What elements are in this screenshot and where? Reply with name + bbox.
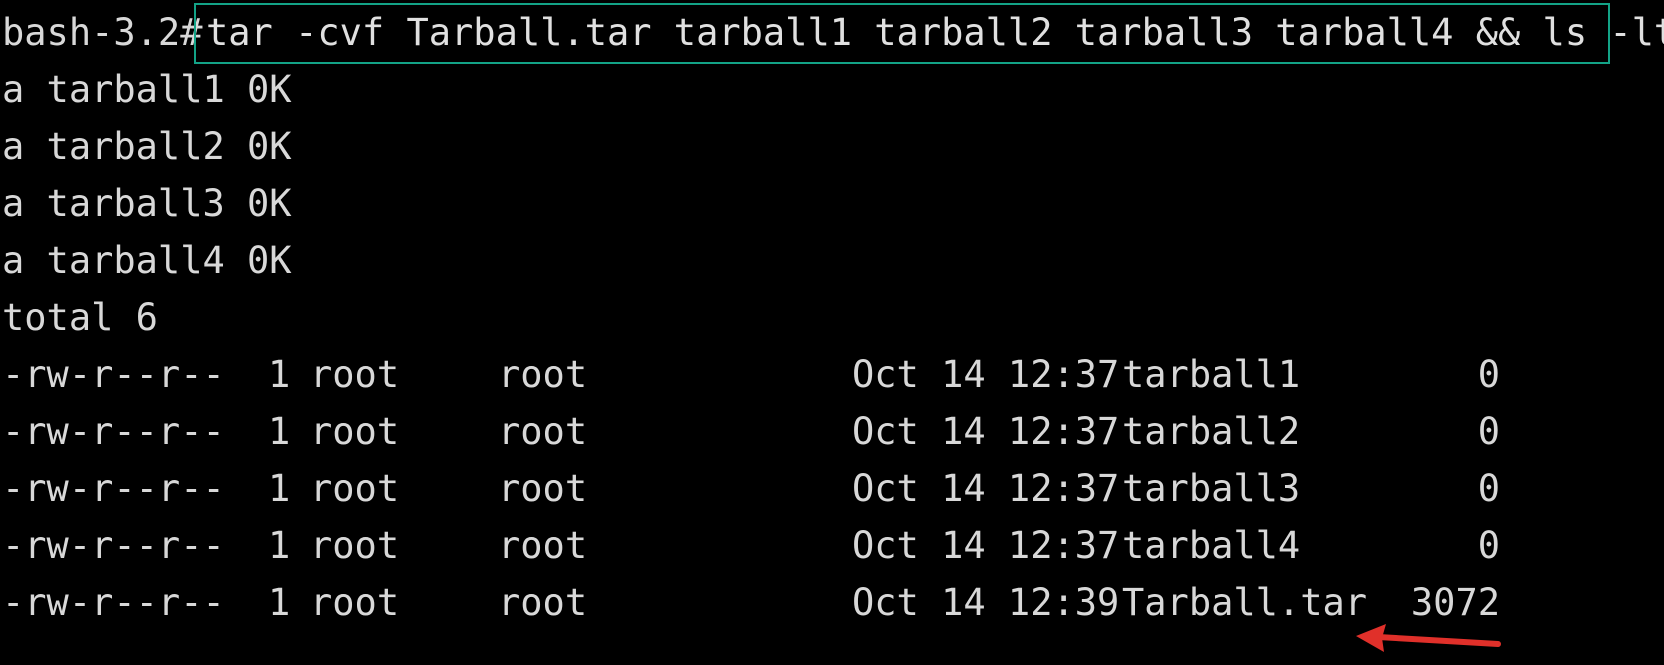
file-name: tarball2 bbox=[1122, 410, 1301, 453]
file-links: 1 bbox=[268, 467, 291, 510]
file-date: Oct 14 12:37 bbox=[852, 353, 1120, 396]
listing-row: -rw-r--r-- 1 root root 0 Oct 14 12:37 ta… bbox=[0, 402, 1500, 462]
file-links: 1 bbox=[268, 524, 291, 567]
file-group: root bbox=[498, 524, 588, 567]
file-name: tarball3 bbox=[1122, 467, 1301, 510]
file-permissions: -rw-r--r-- bbox=[2, 524, 225, 567]
shell-prompt: bash-3.2# bbox=[2, 11, 203, 54]
listing-row: -rw-r--r-- 1 root root 0 Oct 14 12:37 ta… bbox=[0, 345, 1500, 405]
file-links: 1 bbox=[268, 410, 291, 453]
file-date: Oct 14 12:39 bbox=[852, 581, 1120, 624]
file-owner: root bbox=[310, 410, 400, 453]
file-owner: root bbox=[310, 353, 400, 396]
file-permissions: -rw-r--r-- bbox=[2, 353, 225, 396]
terminal-window[interactable]: bash-3.2# tar -cvf Tarball.tar tarball1 … bbox=[0, 0, 1664, 665]
ls-total-line: total 6 bbox=[2, 296, 158, 339]
file-name: tarball1 bbox=[1122, 353, 1301, 396]
file-permissions: -rw-r--r-- bbox=[2, 410, 225, 453]
listing-row: -rw-r--r-- 1 root root 0 Oct 14 12:37 ta… bbox=[0, 459, 1500, 519]
file-date: Oct 14 12:37 bbox=[852, 410, 1120, 453]
file-group: root bbox=[498, 467, 588, 510]
red-arrow-left-icon bbox=[1356, 624, 1501, 652]
file-owner: root bbox=[310, 524, 400, 567]
tar-output-line-2: a tarball2 0K bbox=[2, 125, 292, 168]
file-links: 1 bbox=[268, 353, 291, 396]
file-group: root bbox=[498, 410, 588, 453]
file-owner: root bbox=[310, 467, 400, 510]
tar-output-line-1: a tarball1 0K bbox=[2, 68, 292, 111]
file-name: Tarball.tar bbox=[1122, 581, 1368, 624]
tar-output-line-4: a tarball4 0K bbox=[2, 239, 292, 282]
listing-row: -rw-r--r-- 1 root root 3072 Oct 14 12:39… bbox=[0, 573, 1500, 633]
file-date: Oct 14 12:37 bbox=[852, 524, 1120, 567]
tar-output-line-3: a tarball3 0K bbox=[2, 182, 292, 225]
file-name: tarball4 bbox=[1122, 524, 1301, 567]
file-date: Oct 14 12:37 bbox=[852, 467, 1120, 510]
file-group: root bbox=[498, 581, 588, 624]
file-permissions: -rw-r--r-- bbox=[2, 467, 225, 510]
command-text: tar -cvf Tarball.tar tarball1 tarball2 t… bbox=[206, 11, 1664, 54]
listing-row: -rw-r--r-- 1 root root 0 Oct 14 12:37 ta… bbox=[0, 516, 1500, 576]
file-permissions: -rw-r--r-- bbox=[2, 581, 225, 624]
file-group: root bbox=[498, 353, 588, 396]
file-links: 1 bbox=[268, 581, 291, 624]
file-owner: root bbox=[310, 581, 400, 624]
